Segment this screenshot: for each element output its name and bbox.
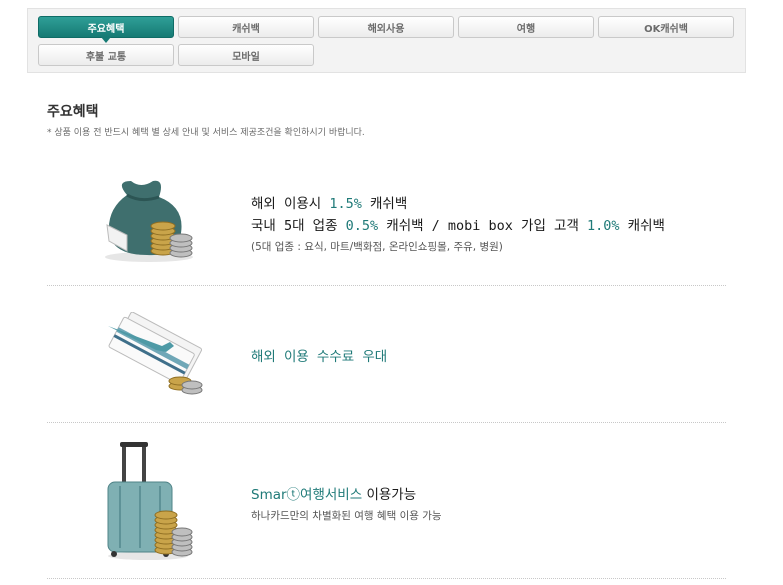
smart-travel-service-name: Smarⓣ여행서비스 — [251, 487, 363, 503]
benefit-1-sub-note: (5대 업종 : 요식, 마트/백화점, 온라인쇼핑몰, 주유, 병원) — [251, 241, 503, 253]
benefit-2-title: 해외 이용 수수료 우대 — [251, 349, 388, 365]
section-notice: * 상품 이용 전 반드시 혜택 별 상세 안내 및 서비스 제공조건을 확인하… — [47, 128, 365, 138]
benefit-3-sub-note: 하나카드만의 차별화된 여행 혜택 이용 가능 — [251, 510, 442, 522]
benefit-tab-bar: 주요혜택 캐쉬백 해외사용 여행 OK캐쉬백 후불 교통 모바일 — [27, 8, 746, 73]
tab-postpaid-transit[interactable]: 후불 교통 — [38, 44, 174, 66]
tab-ok-cashback[interactable]: OK캐쉬백 — [598, 16, 734, 38]
benefit-1-text: 해외 이용시 — [251, 196, 330, 212]
benefit-1-cashback-suffix: 캐쉬백 — [619, 218, 665, 234]
money-bag-coins-icon — [105, 180, 193, 262]
benefit-3-title-suffix: 이용가능 — [362, 487, 417, 503]
airline-ticket-coins-icon — [108, 312, 203, 395]
benefit-1-mobibox-rate: 1.0% — [587, 218, 620, 234]
divider — [47, 285, 726, 286]
benefit-1-line-1: 해외 이용시 1.5% 캐쉬백 — [251, 192, 407, 212]
tab-mobile[interactable]: 모바일 — [178, 44, 314, 66]
benefit-1-domestic-text: 국내 5대 업종 — [251, 218, 346, 234]
tab-travel[interactable]: 여행 — [458, 16, 594, 38]
suitcase-coins-icon — [107, 442, 193, 560]
benefit-3-title: Smarⓣ여행서비스 이용가능 — [251, 483, 416, 503]
divider — [47, 422, 726, 423]
benefit-1-domestic-rate: 0.5% — [345, 218, 379, 234]
tab-overseas-use[interactable]: 해외사용 — [318, 16, 454, 38]
divider — [47, 578, 726, 579]
benefit-1-line-2: 국내 5대 업종 0.5% 캐쉬백 / mobi box 가입 고객 1.0% … — [251, 214, 665, 234]
benefit-1-rate: 1.5% — [329, 196, 362, 212]
section-title: 주요혜택 — [47, 104, 99, 120]
benefit-1-text-suffix: 캐쉬백 — [361, 196, 408, 212]
tab-main-benefits[interactable]: 주요혜택 — [38, 16, 174, 43]
tab-cashback[interactable]: 캐쉬백 — [178, 16, 314, 38]
benefit-1-mobibox-text: 캐쉬백 / mobi box 가입 고객 — [378, 218, 587, 234]
